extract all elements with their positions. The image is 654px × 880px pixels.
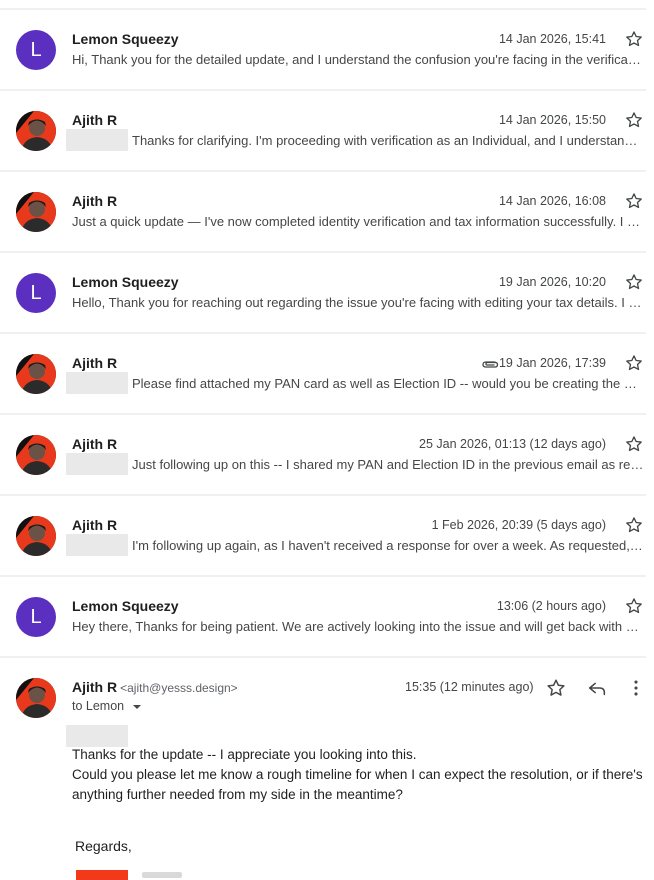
thread-message-row[interactable]: Ajith R 25 Jan 2026, 01:13 (12 days ago) J… (0, 413, 654, 493)
redacted-block (66, 129, 128, 151)
redacted-block (66, 453, 128, 475)
expanded-time: 15:35 (12 minutes ago) (405, 680, 534, 694)
message-date: 19 Jan 2026, 10:20 (498, 275, 606, 289)
star-icon[interactable] (624, 353, 644, 373)
star-icon[interactable] (624, 515, 644, 535)
message-date: 14 Jan 2026, 16:08 (498, 194, 606, 208)
star-icon[interactable] (624, 191, 644, 211)
redacted-block (66, 534, 128, 556)
body-line: anything further needed from my side in … (72, 787, 403, 802)
signature-text (142, 872, 182, 878)
sender-name: Ajith R (72, 517, 118, 533)
avatar[interactable]: L (16, 273, 56, 313)
body-line: Could you please let me know a rough tim… (72, 767, 643, 782)
sender-name: Lemon Squeezy (72, 598, 179, 614)
message-snippet: Hey there, Thanks for being patient. We … (72, 619, 644, 634)
message-date: 13:06 (2 hours ago) (496, 599, 606, 613)
redacted-block (66, 725, 128, 747)
thread-message-row[interactable]: Ajith R 19 Jan 2026, 17:39 Please find att… (0, 332, 654, 412)
thread-message-row[interactable]: L Lemon Squeezy 19 Jan 2026, 10:20 Hello, T… (0, 251, 654, 331)
divider (0, 656, 646, 658)
star-icon[interactable] (624, 434, 644, 454)
sender-name: Lemon Squeezy (72, 31, 179, 47)
avatar[interactable] (16, 678, 56, 718)
avatar[interactable]: L (16, 30, 56, 70)
sender-email: <ajith@yesss.design> (120, 681, 238, 695)
more-vert-icon[interactable] (625, 677, 647, 699)
message-date: 1 Feb 2026, 20:39 (5 days ago) (431, 518, 606, 532)
sender-name: Ajith R (72, 193, 118, 209)
sender-name: Ajith R (72, 112, 118, 128)
message-snippet: Just a quick update — I've now completed… (72, 214, 641, 229)
signature-logo (76, 870, 128, 880)
avatar[interactable] (16, 111, 56, 151)
message-date: 14 Jan 2026, 15:41 (498, 32, 606, 46)
message-date: 25 Jan 2026, 01:13 (12 days ago) (419, 437, 606, 451)
sender-name: Ajith R (72, 436, 118, 452)
avatar[interactable] (16, 435, 56, 475)
body-line: Thanks for the update -- I appreciate yo… (72, 747, 417, 762)
recipient-label: to Lemon (72, 699, 125, 713)
avatar[interactable]: L (16, 597, 56, 637)
sender-name: Ajith R (72, 355, 118, 371)
star-icon[interactable] (624, 110, 644, 130)
message-snippet: Hi, Thank you for the detailed update, a… (72, 52, 644, 67)
thread-message-row[interactable]: Ajith R 14 Jan 2026, 15:50 Thanks for clar… (0, 89, 654, 169)
message-snippet: Please find attached my PAN card as well… (132, 376, 637, 391)
caret-down-icon (132, 704, 141, 709)
message-snippet: Just following up on this -- I shared my… (132, 457, 644, 472)
signoff: Regards, (75, 838, 132, 854)
recipient-toggle[interactable]: to Lemon (72, 699, 142, 713)
message-date: 14 Jan 2026, 15:50 (498, 113, 606, 127)
thread-message-row[interactable]: L Lemon Squeezy 13:06 (2 hours ago) Hey the… (0, 575, 654, 655)
avatar[interactable] (16, 516, 56, 556)
thread-message-row[interactable]: Ajith R 14 Jan 2026, 16:08 Just a quick up… (0, 170, 654, 250)
star-icon[interactable] (624, 29, 644, 49)
paperclip-icon (482, 361, 499, 368)
thread-message-row[interactable]: Ajith R 1 Feb 2026, 20:39 (5 days ago) I'm… (0, 494, 654, 574)
star-icon[interactable] (545, 677, 567, 699)
star-icon[interactable] (624, 596, 644, 616)
message-snippet: Thanks for clarifying. I'm proceeding wi… (132, 133, 644, 148)
reply-icon[interactable] (586, 677, 608, 699)
sender-name: Lemon Squeezy (72, 274, 179, 290)
avatar[interactable] (16, 354, 56, 394)
message-snippet: Hello, Thank you for reaching out regard… (72, 295, 642, 310)
redacted-block (66, 372, 128, 394)
star-icon[interactable] (624, 272, 644, 292)
expanded-sender: Ajith R <ajith@yesss.design> (72, 679, 238, 695)
avatar[interactable] (16, 192, 56, 232)
message-date: 19 Jan 2026, 17:39 (498, 356, 606, 370)
thread-message-row[interactable]: L Lemon Squeezy 14 Jan 2026, 15:41 Hi, Than… (0, 8, 654, 88)
message-snippet: I'm following up again, as I haven't rec… (132, 538, 643, 553)
sender-name: Ajith R (72, 679, 118, 695)
